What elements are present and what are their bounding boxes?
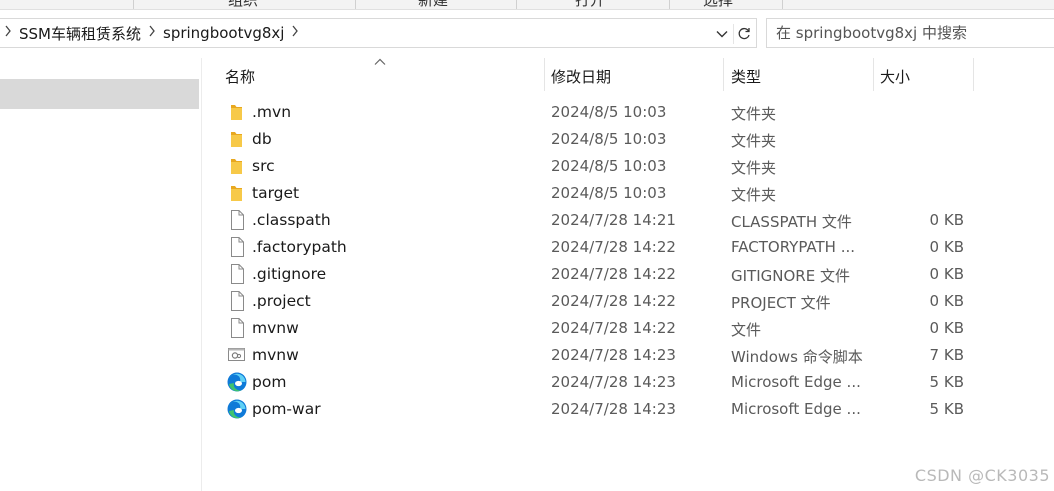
column-divider[interactable] (973, 58, 974, 91)
file-icon (226, 209, 248, 231)
file-modified-date: 2024/7/28 14:22 (551, 265, 676, 283)
file-row[interactable]: .gitignore 2024/7/28 14:22 GITIGNORE 文件 0 K… (0, 261, 1054, 288)
refresh-icon[interactable] (733, 24, 753, 44)
file-row[interactable]: mvnw 2024/7/28 14:22 文件 0 KB (0, 315, 1054, 342)
folder-icon (226, 128, 248, 150)
file-name: .factorypath (252, 238, 347, 256)
file-type: 文件夹 (731, 105, 777, 123)
file-name: mvnw (252, 346, 299, 364)
file-name: .project (252, 292, 311, 310)
file-modified-date: 2024/7/28 14:21 (551, 211, 676, 229)
breadcrumb-current[interactable]: springbootvg8xj (158, 24, 289, 42)
file-size: 5 KB (929, 373, 964, 391)
file-modified-date: 2024/7/28 14:22 (551, 238, 676, 256)
file-size: 0 KB (929, 319, 964, 337)
chevron-right-icon[interactable] (146, 25, 158, 41)
column-divider[interactable] (723, 58, 724, 91)
cmd-script-icon (226, 344, 248, 366)
ribbon-open[interactable]: 打开 (575, 0, 605, 9)
file-modified-date: 2024/7/28 14:23 (551, 346, 676, 364)
ribbon-toolbar: 组织 新建 打开 选择 (0, 0, 1054, 10)
file-name: .mvn (252, 103, 292, 121)
ribbon-new[interactable]: 新建 (418, 0, 448, 9)
file-name: pom-war (252, 400, 321, 418)
file-modified-date: 2024/8/5 10:03 (551, 130, 667, 148)
folder-icon (226, 101, 248, 123)
file-type: Microsoft Edge ... (731, 400, 861, 418)
file-row[interactable]: src 2024/8/5 10:03 文件夹 (0, 153, 1054, 180)
breadcrumb-root[interactable]: SSM车辆租赁系统 (14, 23, 146, 44)
file-modified-date: 2024/8/5 10:03 (551, 103, 667, 121)
file-name: db (252, 130, 272, 148)
file-modified-date: 2024/7/28 14:22 (551, 292, 676, 310)
file-size: 0 KB (929, 211, 964, 229)
ribbon-divider (133, 0, 134, 9)
file-name: .classpath (252, 211, 331, 229)
file-modified-date: 2024/8/5 10:03 (551, 184, 667, 202)
file-type: FACTORYPATH ... (731, 238, 856, 256)
file-row[interactable]: target 2024/8/5 10:03 文件夹 (0, 180, 1054, 207)
file-row[interactable]: pom 2024/7/28 14:23 Microsoft Edge ... 5 KB (0, 369, 1054, 396)
file-icon (226, 236, 248, 258)
file-icon (226, 317, 248, 339)
watermark: CSDN @CK3035 (914, 466, 1050, 485)
ribbon-divider (782, 0, 783, 9)
file-type: 文件夹 (731, 186, 777, 204)
file-size: 0 KB (929, 292, 964, 310)
ribbon-divider (669, 0, 670, 9)
file-name: mvnw (252, 319, 299, 337)
file-name: target (252, 184, 300, 202)
file-type: 文件夹 (731, 159, 777, 177)
column-header-size[interactable]: 大小 (874, 58, 973, 91)
file-row[interactable]: pom-war 2024/7/28 14:23 Microsoft Edge ...… (0, 396, 1054, 423)
file-name: src (252, 157, 275, 175)
file-modified-date: 2024/7/28 14:23 (551, 373, 676, 391)
file-icon (226, 263, 248, 285)
file-type: GITIGNORE 文件 (731, 267, 850, 285)
chevron-right-icon[interactable] (289, 25, 301, 41)
file-row[interactable]: .mvn 2024/8/5 10:03 文件夹 (0, 99, 1054, 126)
file-row[interactable]: db 2024/8/5 10:03 文件夹 (0, 126, 1054, 153)
column-header-date[interactable]: 修改日期 (545, 58, 723, 91)
file-name: pom (252, 373, 287, 391)
ribbon-divider (516, 0, 517, 9)
folder-icon (226, 182, 248, 204)
search-field[interactable] (766, 18, 1054, 48)
file-row[interactable]: .project 2024/7/28 14:22 PROJECT 文件 0 KB (0, 288, 1054, 315)
file-modified-date: 2024/7/28 14:22 (551, 319, 676, 337)
ribbon-divider (355, 0, 356, 9)
file-size: 0 KB (929, 265, 964, 283)
file-modified-date: 2024/7/28 14:23 (551, 400, 676, 418)
file-type: CLASSPATH 文件 (731, 213, 852, 231)
file-type: Windows 命令脚本 (731, 348, 863, 366)
file-type: PROJECT 文件 (731, 294, 831, 312)
file-type: 文件夹 (731, 132, 777, 150)
ribbon-select[interactable]: 选择 (703, 0, 733, 9)
file-type: 文件 (731, 321, 762, 339)
address-row: SSM车辆租赁系统 springbootvg8xj (0, 16, 1054, 50)
file-modified-date: 2024/8/5 10:03 (551, 157, 667, 175)
file-row[interactable]: mvnw 2024/7/28 14:23 Windows 命令脚本 7 KB (0, 342, 1054, 369)
ribbon-organize[interactable]: 组织 (228, 0, 258, 9)
edge-icon (226, 371, 248, 393)
folder-icon (226, 155, 248, 177)
file-size: 5 KB (929, 400, 964, 418)
file-row[interactable]: .classpath 2024/7/28 14:21 CLASSPATH 文件 0 K… (0, 207, 1054, 234)
file-row[interactable]: .factorypath 2024/7/28 14:22 FACTORYPATH .… (0, 234, 1054, 261)
file-name: .gitignore (252, 265, 327, 283)
address-bar[interactable]: SSM车辆租赁系统 springbootvg8xj (0, 18, 757, 48)
column-header-type[interactable]: 类型 (725, 58, 873, 91)
file-size: 7 KB (929, 346, 964, 364)
search-input[interactable] (767, 19, 1054, 47)
file-icon (226, 290, 248, 312)
file-size: 0 KB (929, 238, 964, 256)
chevron-right-icon[interactable] (2, 25, 14, 41)
edge-icon (226, 398, 248, 420)
column-header-name[interactable]: 名称 (219, 58, 544, 91)
chevron-down-icon[interactable] (712, 24, 732, 44)
file-type: Microsoft Edge ... (731, 373, 861, 391)
